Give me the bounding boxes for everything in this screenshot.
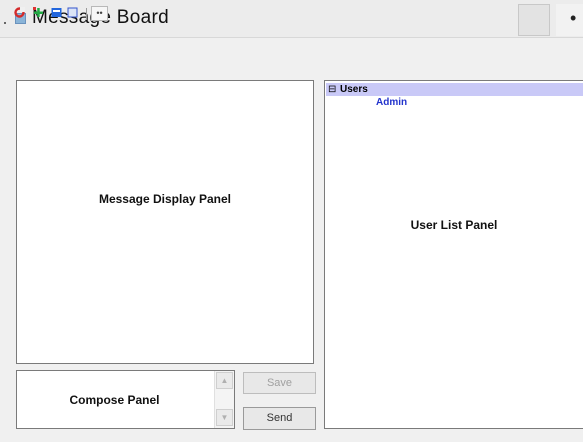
message-display-label: Message Display Panel xyxy=(98,192,232,206)
tree-node-user[interactable]: Admin xyxy=(376,97,407,109)
compose-label: Compose Panel xyxy=(69,393,160,407)
message-display-panel: Message Display Panel xyxy=(16,80,314,364)
send-button[interactable]: Send xyxy=(243,407,316,430)
save-button[interactable]: Save xyxy=(243,372,316,394)
user-list-label: User List Panel xyxy=(410,218,498,232)
scroll-up-icon[interactable]: ▲ xyxy=(216,372,233,389)
toolbar xyxy=(0,38,583,68)
info-icon[interactable]: •• xyxy=(91,6,108,21)
close-button[interactable]: • xyxy=(556,4,583,36)
compose-panel[interactable]: Compose Panel xyxy=(16,370,235,429)
toolbar-separator xyxy=(86,8,87,20)
scroll-down-icon[interactable]: ▼ xyxy=(216,409,233,426)
add-user-icon[interactable] xyxy=(33,7,44,18)
inbox-icon[interactable] xyxy=(51,7,62,18)
compose-scrollbar[interactable]: ▲ ▼ xyxy=(214,371,234,428)
resize-grip-dot xyxy=(4,22,6,24)
settings-icon[interactable] xyxy=(67,7,78,18)
maximize-button[interactable] xyxy=(518,4,550,36)
tree-root-label[interactable]: Users xyxy=(340,84,368,95)
refresh-icon[interactable] xyxy=(14,7,25,18)
user-list-panel: User List Panel xyxy=(324,80,583,429)
tree-collapse-icon[interactable]: ⊟ xyxy=(328,84,336,95)
